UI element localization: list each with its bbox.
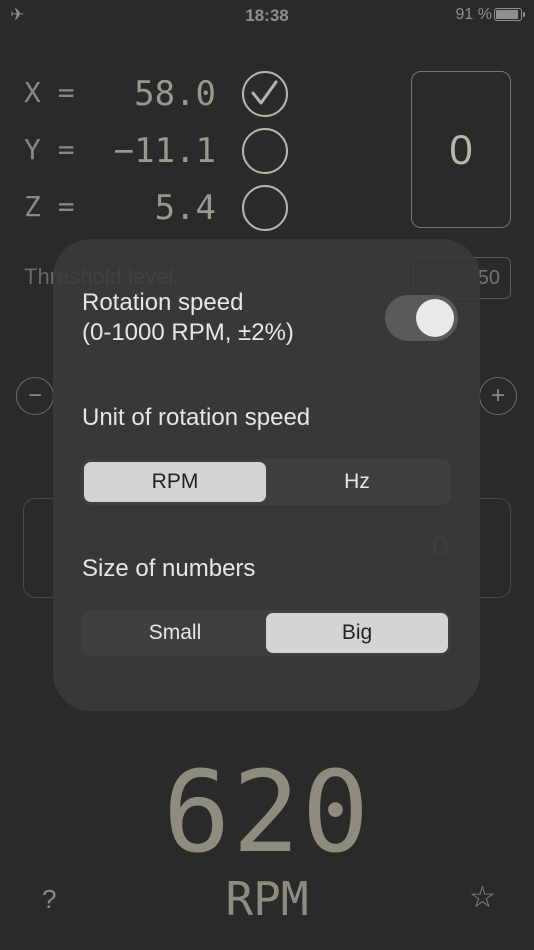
checkmark-icon xyxy=(251,80,278,105)
size-heading: Size of numbers xyxy=(82,555,256,582)
rotation-speed-range: (0-1000 RPM, ±2%) xyxy=(82,319,294,346)
axis-y-checkbox[interactable] xyxy=(242,128,288,174)
unit-heading: Unit of rotation speed xyxy=(82,404,311,431)
battery-percentage: 91 % xyxy=(455,6,492,23)
axis-x-label: X = xyxy=(24,76,75,109)
axis-x-checkbox[interactable] xyxy=(242,71,288,117)
battery-icon xyxy=(494,8,525,21)
axis-x-value: 58.0 xyxy=(134,74,216,114)
peak-counter[interactable]: 0 xyxy=(411,71,511,228)
help-button[interactable]: ? xyxy=(42,884,56,915)
axis-z-value: 5.4 xyxy=(154,188,216,228)
decrease-button[interactable]: − xyxy=(16,377,54,415)
rotation-speed-label: Rotation speed xyxy=(82,289,244,316)
axis-y-value: −11.1 xyxy=(113,131,216,171)
unit-option-rpm[interactable]: RPM xyxy=(84,462,266,502)
unit-segmented-control: RPM Hz xyxy=(81,459,451,505)
rotation-unit: RPM xyxy=(225,872,309,926)
rotation-speed-toggle[interactable] xyxy=(385,295,458,341)
toggle-knob xyxy=(416,299,454,337)
status-bar: ✈ 18:38 91 % xyxy=(0,0,534,30)
axis-y-label: Y = xyxy=(24,133,75,166)
increase-button[interactable]: + xyxy=(479,377,517,415)
axis-z-label: Z = xyxy=(24,190,75,223)
axis-z-checkbox[interactable] xyxy=(242,185,288,231)
size-option-big[interactable]: Big xyxy=(266,613,448,653)
status-time: 18:38 xyxy=(245,6,289,25)
size-option-small[interactable]: Small xyxy=(84,613,266,653)
rotation-reading: 620 xyxy=(162,748,372,878)
star-icon[interactable]: ☆ xyxy=(469,880,496,915)
size-segmented-control: Small Big xyxy=(81,610,451,656)
unit-option-hz[interactable]: Hz xyxy=(266,462,448,502)
